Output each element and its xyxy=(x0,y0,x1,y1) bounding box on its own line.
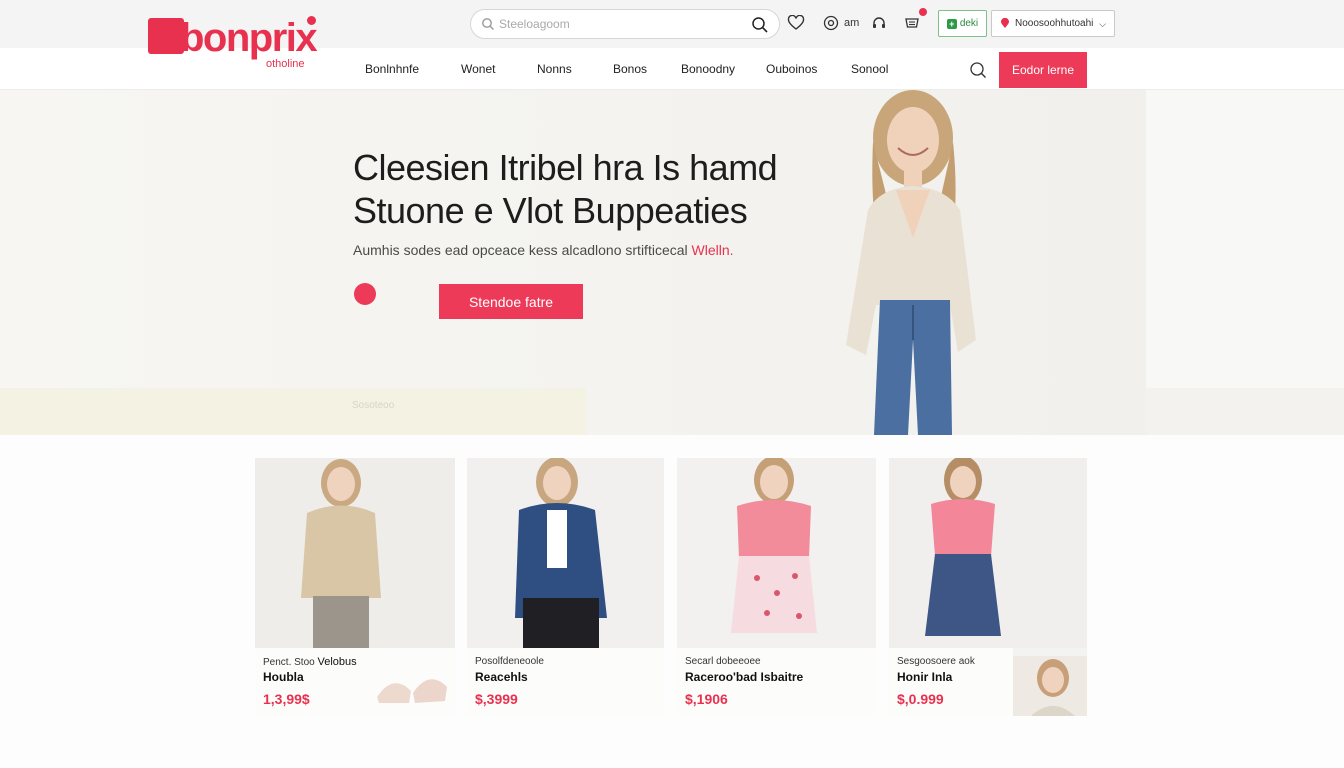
logo-wordmark: bonprix xyxy=(180,16,318,60)
product-category: Secarl dobeeoee xyxy=(685,656,761,667)
nav-item-2[interactable]: Wonet xyxy=(461,62,495,76)
product-category-text: Penct. Stoo xyxy=(263,657,315,668)
heart-icon[interactable] xyxy=(785,12,807,34)
product-category: Penct. Stoo Velobus xyxy=(263,656,357,668)
product-name: Raceroo'bad Isbaitre xyxy=(685,670,804,684)
nav-item-1[interactable]: Bonlnhnfe xyxy=(365,62,419,76)
nav-cta-button[interactable]: Eodor lerne xyxy=(999,52,1087,88)
hero-side-band xyxy=(1146,388,1344,435)
product-grid-section xyxy=(0,435,1344,768)
hero-banner: Sosoteoo Cleesien Itribel hra Is hamd St… xyxy=(0,90,1344,435)
product-card[interactable]: Penct. Stoo Velobus Houbla 1,3,99$ xyxy=(255,458,455,716)
brand-logo[interactable]: bonprix otholine xyxy=(146,14,326,72)
location-icon xyxy=(1001,18,1009,28)
search-bar[interactable] xyxy=(470,9,780,39)
promo-chip[interactable]: + deki xyxy=(938,10,987,37)
product-price: $,1906 xyxy=(685,691,728,707)
hero-band-text: Sosoteoo xyxy=(352,400,395,411)
product-name: Reacehls xyxy=(475,670,528,684)
product-category-text: Sesgoosoere xyxy=(897,656,956,667)
nav-item-6[interactable]: Ouboinos xyxy=(766,62,817,76)
product-name: Honir Inla xyxy=(897,670,953,684)
nav-item-5[interactable]: Bonoodny xyxy=(681,62,735,76)
nav-search-icon[interactable] xyxy=(968,60,988,80)
hero-subtitle: Aumhis sodes ead opceace kess alcadlono … xyxy=(353,242,734,258)
logo-tagline: otholine xyxy=(266,58,305,70)
hero-model-image xyxy=(846,90,976,435)
product-price: $,3999 xyxy=(475,691,518,707)
hero-subtitle-accent[interactable]: Wlelln. xyxy=(692,242,734,258)
chevron-down-icon: ⌵ xyxy=(1099,19,1106,29)
nav-item-4[interactable]: Bonos xyxy=(613,62,647,76)
product-category-tag: aok xyxy=(958,656,975,667)
product-price: 1,3,99$ xyxy=(263,691,310,707)
support-icon[interactable] xyxy=(868,12,890,34)
hero-bottom-band xyxy=(0,388,586,435)
hero-cta-button[interactable]: Stendoe fatre xyxy=(439,284,583,319)
model-thumbnail xyxy=(1013,656,1087,716)
hero-subtitle-text: Aumhis sodes ead opceace kess alcadlono … xyxy=(353,242,688,258)
cart-icon[interactable] xyxy=(901,8,927,34)
product-image xyxy=(255,458,455,648)
search-submit-icon[interactable] xyxy=(751,16,769,34)
nav-item-7[interactable]: Sonool xyxy=(851,62,888,76)
product-name: Houbla xyxy=(263,670,304,684)
hero-side-panel xyxy=(1146,90,1344,435)
cart-count-badge xyxy=(919,8,927,16)
product-card[interactable]: Posolfdeneoole Reacehls $,3999 xyxy=(467,458,664,716)
account-label[interactable]: am xyxy=(844,17,859,29)
carousel-dot[interactable] xyxy=(354,283,376,305)
product-price: $,0.999 xyxy=(897,691,944,707)
hero-title: Cleesien Itribel hra Is hamd Stuone e Vl… xyxy=(353,146,778,232)
store-select[interactable]: Nooosoohhutoahi ⌵ xyxy=(991,10,1115,37)
hero-title-line-1: Cleesien Itribel hra Is hamd xyxy=(353,147,778,188)
logo-dot xyxy=(307,16,316,25)
product-category: Posolfdeneoole xyxy=(475,656,544,667)
search-input[interactable] xyxy=(499,15,739,33)
product-image xyxy=(467,458,664,648)
plus-icon: + xyxy=(946,18,957,29)
store-select-value: Nooosoohhutoahi xyxy=(1015,18,1094,29)
product-image xyxy=(889,458,1087,648)
search-icon xyxy=(482,18,494,30)
account-icon[interactable] xyxy=(820,12,842,34)
hero-title-line-2: Stuone e Vlot Buppeaties xyxy=(353,190,748,231)
nav-item-3[interactable]: Nonns xyxy=(537,62,572,76)
product-image xyxy=(677,458,876,648)
product-card[interactable]: Sesgoosoere aok Honir Inla $,0.999 xyxy=(889,458,1087,716)
product-category: Sesgoosoere aok xyxy=(897,656,975,667)
product-category-tag: Velobus xyxy=(317,656,357,668)
product-card[interactable]: Secarl dobeeoee Raceroo'bad Isbaitre $,1… xyxy=(677,458,876,716)
promo-label: deki xyxy=(959,18,979,29)
logo-mark xyxy=(148,18,184,54)
